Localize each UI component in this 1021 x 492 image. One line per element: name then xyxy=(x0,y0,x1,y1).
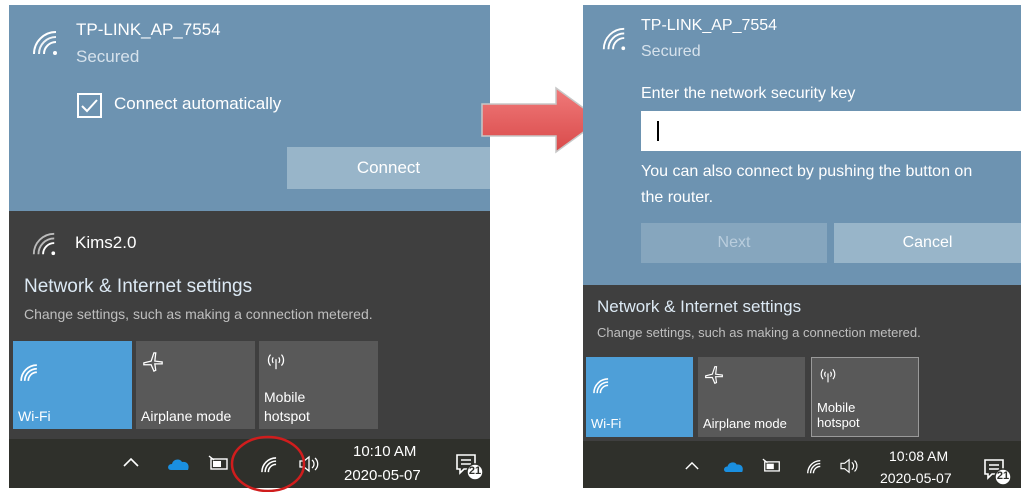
airplane-icon xyxy=(142,351,164,373)
security-key-input[interactable] xyxy=(641,111,1021,151)
text-cursor xyxy=(657,121,659,141)
notification-count-badge: 21 xyxy=(468,465,482,477)
highlight-circle xyxy=(230,430,306,492)
left-flyout: TP-LINK_AP_7554 Secured Connect automati… xyxy=(9,5,490,488)
network-status: Secured xyxy=(76,47,140,66)
tile-label: Wi-Fi xyxy=(591,416,622,431)
right-flyout: TP-LINK_AP_7554 Secured Enter the networ… xyxy=(583,5,1021,488)
airplane-mode-tile[interactable]: Airplane mode xyxy=(136,341,255,429)
wifi-icon xyxy=(19,363,39,383)
clock-date[interactable]: 2020-05-07 xyxy=(344,467,421,484)
security-key-prompt: Enter the network security key xyxy=(641,85,856,102)
onedrive-icon[interactable] xyxy=(723,460,745,473)
battery-icon[interactable] xyxy=(762,458,782,473)
wifi-icon xyxy=(592,377,610,395)
next-button[interactable]: Next xyxy=(641,223,827,263)
tile-label: Mobile xyxy=(817,400,856,415)
wifi-icon[interactable] xyxy=(805,459,823,475)
hotspot-icon xyxy=(265,351,287,371)
tile-label: hotspot xyxy=(264,408,310,424)
volume-icon[interactable] xyxy=(839,457,861,475)
airplane-mode-tile[interactable]: Airplane mode xyxy=(698,357,805,437)
tile-label: Airplane mode xyxy=(141,408,232,424)
network-list-item-kims[interactable]: Kims2.0 xyxy=(75,233,136,253)
airplane-icon xyxy=(704,365,724,385)
chevron-up-icon[interactable] xyxy=(123,457,139,467)
wps-hint-line1: You can also connect by pushing the butt… xyxy=(641,163,973,180)
clock-date[interactable]: 2020-05-07 xyxy=(880,470,952,486)
checkbox-icon[interactable] xyxy=(77,93,102,118)
battery-icon[interactable] xyxy=(208,455,230,471)
taskbar xyxy=(583,441,1021,488)
connect-automatically-label[interactable]: Connect automatically xyxy=(114,94,281,114)
connect-button[interactable]: Connect xyxy=(287,147,490,189)
network-settings-link[interactable]: Network & Internet settings xyxy=(597,297,801,317)
tile-label: Mobile xyxy=(264,389,306,405)
wifi-tile[interactable]: Wi-Fi xyxy=(586,357,693,437)
wifi-icon xyxy=(31,231,57,257)
tile-label: Wi-Fi xyxy=(18,408,51,424)
wifi-tile[interactable]: Wi-Fi xyxy=(13,341,132,429)
wps-hint-line2: the router. xyxy=(641,189,714,206)
mobile-hotspot-tile[interactable]: Mobile hotspot xyxy=(259,341,378,429)
mobile-hotspot-tile[interactable]: Mobile hotspot xyxy=(811,357,919,437)
wifi-icon xyxy=(31,29,59,57)
network-status: Secured xyxy=(641,43,701,60)
chevron-up-icon[interactable] xyxy=(685,461,699,470)
network-name: TP-LINK_AP_7554 xyxy=(76,20,221,39)
cancel-button[interactable]: Cancel xyxy=(834,223,1021,263)
tile-label: Airplane mode xyxy=(703,416,787,431)
network-settings-description: Change settings, such as making a connec… xyxy=(24,306,373,322)
network-settings-link[interactable]: Network & Internet settings xyxy=(24,276,252,298)
notification-count-badge: 21 xyxy=(996,470,1010,482)
wifi-icon xyxy=(601,26,627,52)
network-name: TP-LINK_AP_7554 xyxy=(641,17,778,34)
hotspot-icon xyxy=(818,366,838,384)
tile-label: hotspot xyxy=(817,415,860,430)
network-settings-description: Change settings, such as making a connec… xyxy=(597,325,921,340)
clock-time[interactable]: 10:08 AM xyxy=(889,448,948,464)
clock-time[interactable]: 10:10 AM xyxy=(353,443,416,460)
onedrive-icon[interactable] xyxy=(167,457,191,471)
